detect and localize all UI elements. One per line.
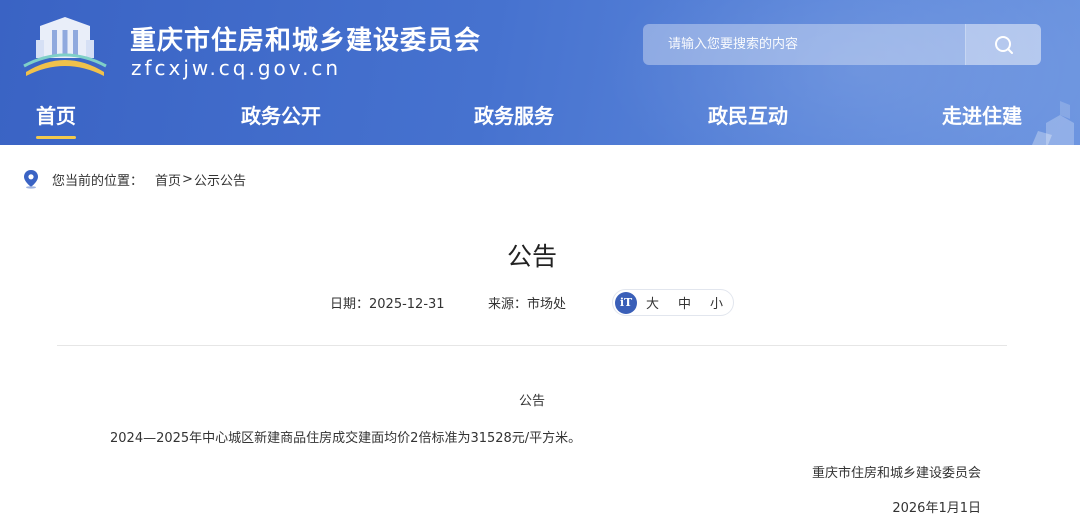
font-size-large-button[interactable]: 大 [646,293,659,312]
date-value: 2025-12-31 [369,297,445,312]
nav-item-interaction[interactable]: 政民互动 [708,100,788,129]
source-label: 来源： [488,297,528,312]
body-heading: 公告 [518,394,545,409]
article-date: 日期：2025-12-31 [330,293,445,312]
breadcrumb-separator: > [182,171,193,187]
site-title[interactable]: 重庆市住房和城乡建设委员会 [130,20,481,57]
body-paragraph: 2024—2025年中心城区新建商品住房成交建面均价2倍标准为31528元/平方… [110,431,582,446]
content-divider [57,345,1007,346]
breadcrumb-current-link[interactable]: 公示公告 [194,170,246,189]
search-box [643,24,1041,65]
article-source: 来源：市场处 [488,293,566,312]
font-size-small-button[interactable]: 小 [710,293,723,312]
location-pin-icon [24,170,38,189]
breadcrumb-label: 您当前的位置： [52,173,144,189]
search-icon [994,35,1013,54]
main-nav: 首页 政务公开 政务服务 政民互动 走进住建 [0,96,1080,145]
breadcrumb-home-link[interactable]: 首页 [155,170,181,189]
site-header: 重庆市住房和城乡建设委员会 zfcxjw.cq.gov.cn 首页 政务公开 政… [0,0,1080,145]
signature-date: 2026年1月1日 [892,501,981,516]
font-size-control: iT 大 中 小 [612,289,734,316]
date-label: 日期： [330,297,370,312]
font-size-medium-button[interactable]: 中 [678,293,691,312]
nav-item-about[interactable]: 走进住建 [942,100,1022,129]
nav-item-government-affairs[interactable]: 政务公开 [241,100,321,129]
article-title: 公告 [506,242,557,271]
source-value: 市场处 [527,297,567,312]
nav-item-services[interactable]: 政务服务 [474,100,554,129]
search-button[interactable] [965,24,1041,65]
font-size-icon: iT [615,291,637,314]
nav-item-home[interactable]: 首页 [36,100,76,139]
building-decoration-icon [1032,101,1074,145]
site-logo-icon[interactable] [22,14,108,80]
breadcrumb: 您当前的位置： 首页 > 公示公告 [22,168,246,190]
site-domain: zfcxjw.cq.gov.cn [131,56,342,80]
search-input[interactable] [644,25,964,64]
signature-organization: 重庆市住房和城乡建设委员会 [811,466,981,481]
